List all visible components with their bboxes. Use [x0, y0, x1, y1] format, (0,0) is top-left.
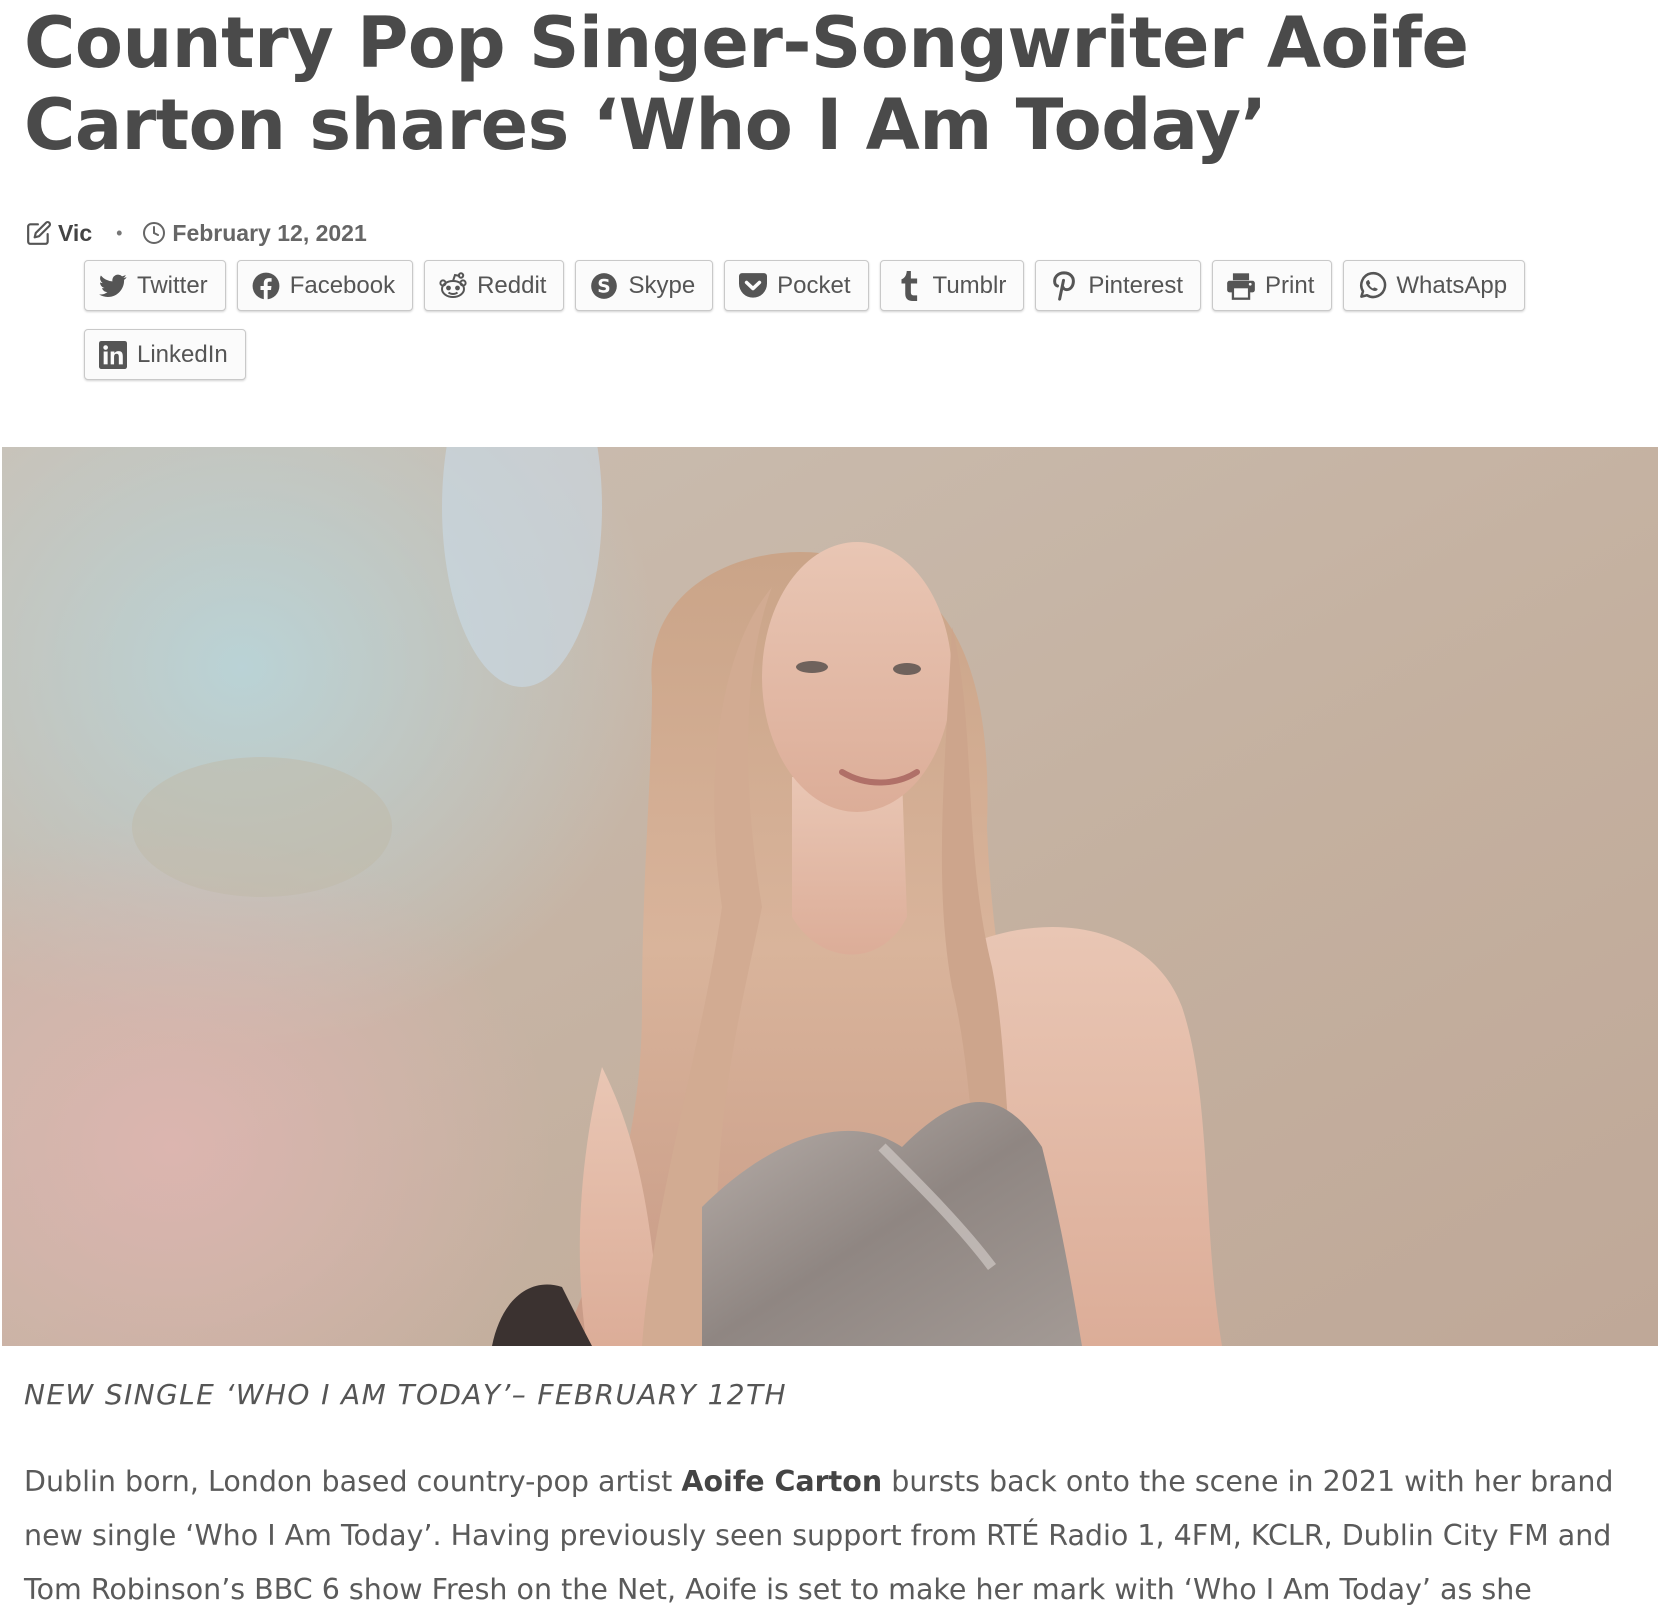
article-meta: Vic • February 12, 2021 — [26, 218, 367, 248]
share-skype-button[interactable]: S Skype — [575, 260, 714, 311]
twitter-icon — [98, 271, 128, 301]
svg-text:S: S — [598, 276, 611, 297]
share-button-label: Facebook — [289, 271, 396, 299]
share-print-button[interactable]: Print — [1212, 260, 1333, 311]
share-facebook-button[interactable]: Facebook — [236, 260, 414, 311]
share-button-label: Pocket — [777, 271, 851, 299]
print-icon — [1226, 271, 1256, 301]
share-twitter-button[interactable]: Twitter — [84, 260, 226, 311]
image-caption: NEW SINGLE ‘WHO I AM TODAY’– FEBRUARY 12… — [24, 1378, 787, 1411]
article-body: Dublin born, London based country-pop ar… — [24, 1455, 1644, 1622]
share-button-label: Reddit — [477, 271, 547, 299]
share-linkedin-button[interactable]: LinkedIn — [84, 329, 246, 380]
share-button-label: Tumblr — [932, 271, 1007, 299]
share-pocket-button[interactable]: Pocket — [724, 260, 869, 311]
skype-icon: S — [589, 271, 619, 301]
share-button-label: Skype — [628, 271, 696, 299]
share-button-label: LinkedIn — [137, 340, 228, 368]
share-pinterest-button[interactable]: Pinterest — [1035, 260, 1202, 311]
artist-name: Aoife Carton — [681, 1465, 883, 1498]
share-button-label: Twitter — [137, 271, 208, 299]
share-tumblr-button[interactable]: Tumblr — [879, 260, 1025, 311]
share-button-label: WhatsApp — [1396, 271, 1508, 299]
whatsapp-icon — [1357, 271, 1387, 301]
clock-icon — [142, 221, 166, 245]
share-button-label: Print — [1265, 271, 1315, 299]
body-intro: Dublin born, London based country-pop ar… — [24, 1465, 682, 1498]
publish-date: February 12, 2021 — [172, 219, 367, 246]
share-whatsapp-button[interactable]: WhatsApp — [1343, 260, 1526, 311]
featured-image — [2, 447, 1658, 1346]
reddit-icon — [438, 271, 468, 301]
share-reddit-button[interactable]: Reddit — [424, 260, 565, 311]
meta-separator: • — [116, 222, 123, 243]
linkedin-icon — [98, 340, 128, 370]
article-title: Country Pop Singer-Songwriter Aoife Cart… — [24, 2, 1469, 166]
facebook-icon — [251, 271, 281, 301]
share-button-label: Pinterest — [1088, 271, 1184, 299]
tumblr-icon — [894, 270, 924, 301]
edit-icon — [26, 220, 52, 246]
pinterest-icon — [1049, 270, 1079, 301]
author-link[interactable]: Vic — [58, 220, 92, 247]
share-buttons: Twitter Facebook Reddit S Skype Pocket T… — [84, 260, 1544, 380]
pocket-icon — [738, 271, 768, 301]
